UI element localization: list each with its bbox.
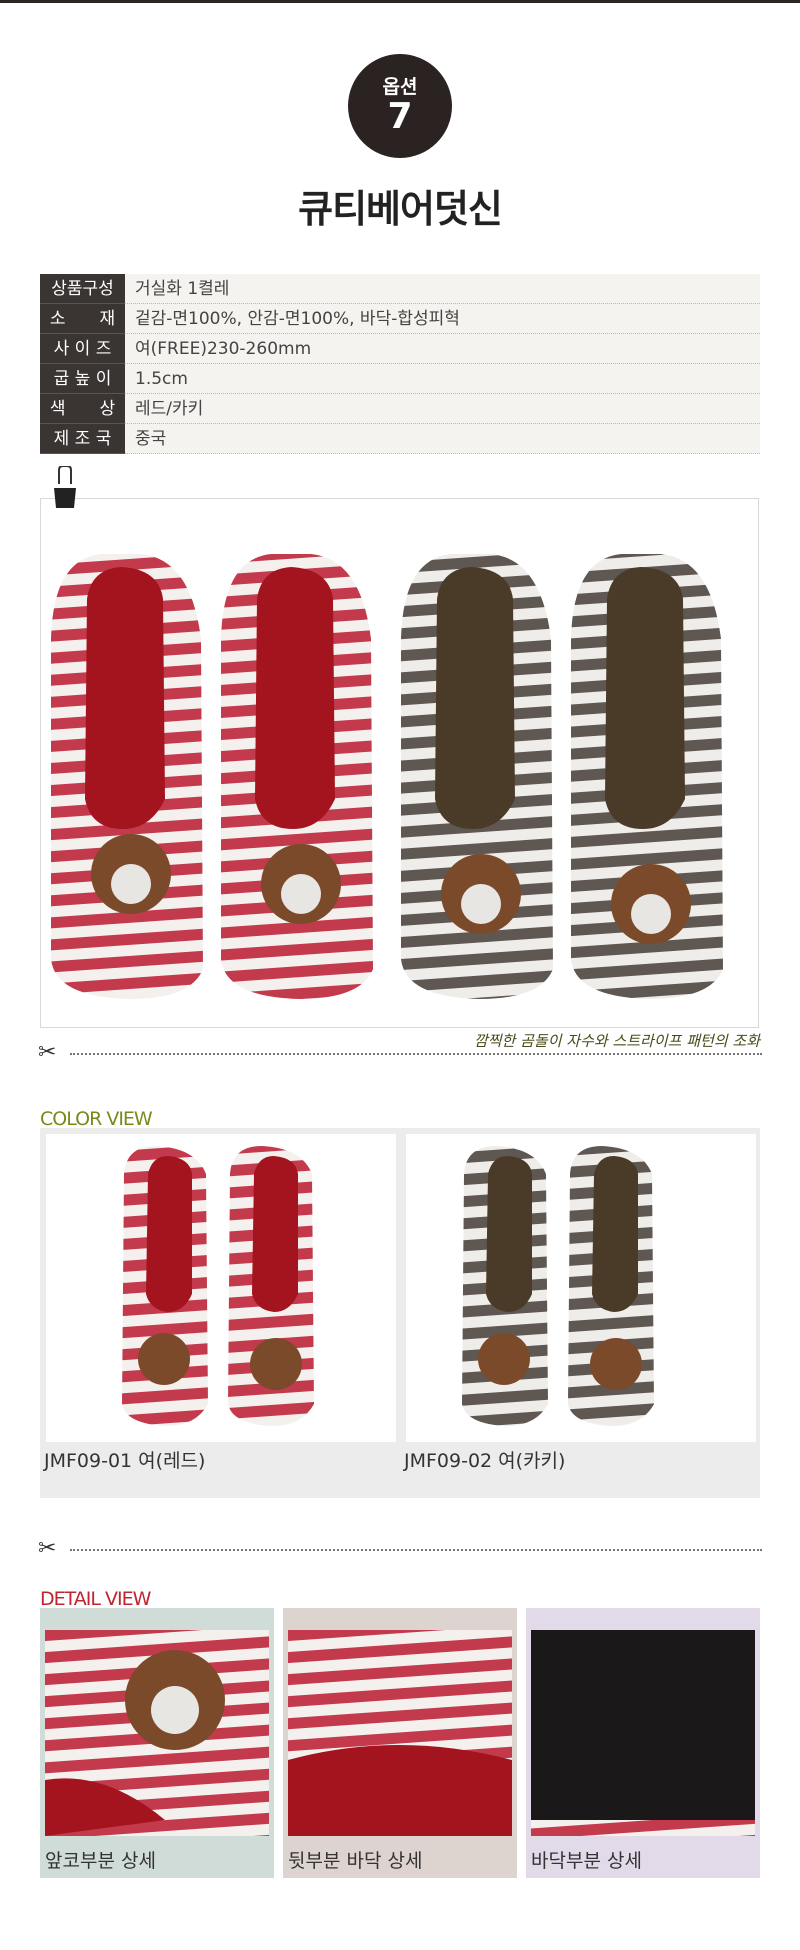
spec-value: 여(FREE)230-260mm — [125, 334, 760, 364]
cut-divider: ✂ — [38, 1040, 762, 1065]
color-view-panel: JMF09-01 여(레드) JMF09-02 여(카키) — [40, 1128, 760, 1498]
color-view-red-label: JMF09-01 여(레드) — [44, 1450, 206, 1472]
color-view-red-image — [46, 1134, 396, 1442]
detail-sole: 바닥부분 상세 — [526, 1608, 760, 1878]
top-border — [0, 0, 800, 3]
scissors-icon: ✂ — [38, 1536, 57, 1561]
spec-row: 제 조 국 중국 — [40, 424, 760, 454]
detail-toe-image — [45, 1630, 269, 1836]
dotted-line — [70, 1549, 762, 1551]
spec-value: 1.5cm — [125, 364, 760, 394]
main-product-photo — [40, 498, 759, 1028]
color-view-khaki-label: JMF09-02 여(카키) — [404, 1450, 566, 1472]
spec-value: 거실화 1켤레 — [125, 274, 760, 304]
dotted-line — [70, 1053, 762, 1055]
color-view-heading: COLOR VIEW — [40, 1108, 153, 1130]
scissors-icon: ✂ — [38, 1040, 57, 1065]
cut-divider: ✂ — [38, 1536, 762, 1561]
option-number: 7 — [387, 96, 413, 137]
spec-key: 굽 높 이 — [40, 364, 125, 394]
product-title: 큐티베어덧신 — [298, 187, 503, 231]
spec-row: 사 이 즈 여(FREE)230-260mm — [40, 334, 760, 364]
binder-clip-icon — [50, 465, 80, 512]
color-view-khaki-image — [406, 1134, 756, 1442]
spec-key: 소 재 — [40, 304, 125, 334]
spec-row: 굽 높 이 1.5cm — [40, 364, 760, 394]
spec-table: 상품구성 거실화 1켤레 소 재 겉감-면100%, 안감-면100%, 바닥-합성… — [40, 274, 760, 454]
detail-sole-image — [531, 1630, 755, 1836]
color-view-title: COLOR VIEW — [40, 1108, 153, 1130]
khaki-slippers — [401, 554, 723, 999]
spec-value: 레드/카키 — [125, 394, 760, 424]
detail-view-heading: DETAIL VIEW — [40, 1588, 151, 1610]
detail-sole-label: 바닥부분 상세 — [531, 1850, 642, 1872]
detail-heel: 뒷부분 바닥 상세 — [283, 1608, 517, 1878]
spec-key: 색 상 — [40, 394, 125, 424]
spec-key: 상품구성 — [40, 274, 125, 304]
detail-toe: 앞코부분 상세 — [40, 1608, 274, 1878]
spec-row: 색 상 레드/카키 — [40, 394, 760, 424]
spec-key: 제 조 국 — [40, 424, 125, 454]
spec-value: 중국 — [125, 424, 760, 454]
option-label: 옵션 — [382, 76, 418, 98]
detail-heel-label: 뒷부분 바닥 상세 — [288, 1850, 423, 1872]
detail-heel-image — [288, 1630, 512, 1836]
spec-row: 상품구성 거실화 1켤레 — [40, 274, 760, 304]
detail-toe-label: 앞코부분 상세 — [45, 1850, 156, 1872]
detail-view-title: DETAIL VIEW — [40, 1588, 151, 1610]
spec-row: 소 재 겉감-면100%, 안감-면100%, 바닥-합성피혁 — [40, 304, 760, 334]
red-slippers — [51, 554, 373, 999]
spec-key: 사 이 즈 — [40, 334, 125, 364]
option-badge: 옵션 7 — [348, 54, 452, 158]
spec-value: 겉감-면100%, 안감-면100%, 바닥-합성피혁 — [125, 304, 760, 334]
